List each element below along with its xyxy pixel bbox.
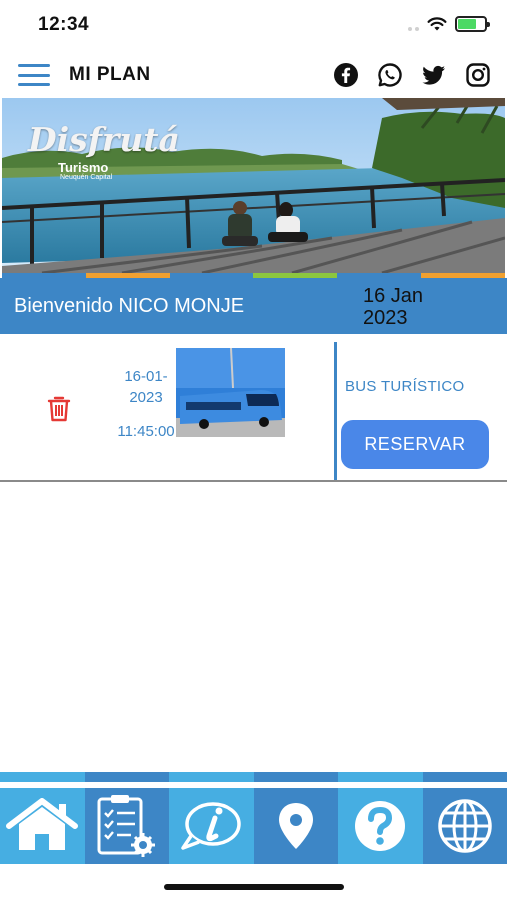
location-pin-icon: [278, 803, 313, 849]
welcome-greeting: Bienvenido NICO MONJE: [14, 295, 245, 317]
logo-subtitle: Turismo: [58, 160, 109, 175]
facebook-icon[interactable]: [331, 60, 361, 90]
wifi-icon: [427, 17, 447, 31]
whatsapp-icon[interactable]: [375, 60, 405, 90]
plan-item-name: BUS TURÍSTICO: [345, 378, 465, 395]
instagram-icon[interactable]: [463, 60, 493, 90]
reserve-button[interactable]: RESERVAR: [341, 420, 489, 469]
bottom-navigation: [0, 772, 507, 864]
nav-home[interactable]: [0, 788, 85, 864]
twitter-icon[interactable]: [419, 60, 449, 90]
plan-item-row: 16-01-2023 11:45:00 BUS TURÍSTICO RESERV…: [0, 334, 507, 482]
plan-item-photo: [176, 348, 285, 437]
info-chat-icon: [181, 802, 241, 850]
logo-script-text: Disfrutá: [28, 120, 180, 159]
globe-icon: [438, 799, 492, 853]
vertical-divider: [334, 342, 337, 480]
home-indicator: [164, 884, 344, 890]
social-links: [331, 60, 493, 90]
nav-my-plan[interactable]: [84, 788, 169, 864]
current-date: 16 Jan 2023: [363, 285, 424, 329]
nav-language[interactable]: [422, 788, 507, 864]
home-icon: [6, 798, 79, 850]
welcome-bar: Bienvenido NICO MONJE 16 Jan 2023: [0, 278, 507, 334]
nav-top-stripe: [0, 772, 507, 782]
plan-item-time: 11:45:00: [117, 423, 175, 440]
nav-info[interactable]: [169, 788, 254, 864]
battery-icon: [455, 16, 490, 32]
clipboard-checklist-icon: [97, 795, 155, 857]
page-title: MI PLAN: [69, 64, 151, 85]
nav-help[interactable]: [338, 788, 423, 864]
hamburger-menu-icon[interactable]: [18, 64, 50, 86]
tourism-logo: Disfrutá Turismo Neuquén Capital: [28, 120, 180, 181]
help-icon: [355, 801, 406, 851]
trash-icon[interactable]: [44, 394, 74, 424]
hero-banner-image: Disfrutá Turismo Neuquén Capital: [2, 98, 505, 278]
app-header: MI PLAN: [0, 52, 507, 98]
cellular-signal-icon: [408, 17, 419, 31]
plan-item-date: 16-01-2023: [124, 368, 168, 406]
status-icons: [408, 16, 490, 32]
logo-tagline: Neuquén Capital: [60, 174, 113, 181]
nav-map[interactable]: [253, 788, 338, 864]
status-bar: 12:34: [0, 0, 507, 50]
status-time: 12:34: [38, 14, 90, 35]
